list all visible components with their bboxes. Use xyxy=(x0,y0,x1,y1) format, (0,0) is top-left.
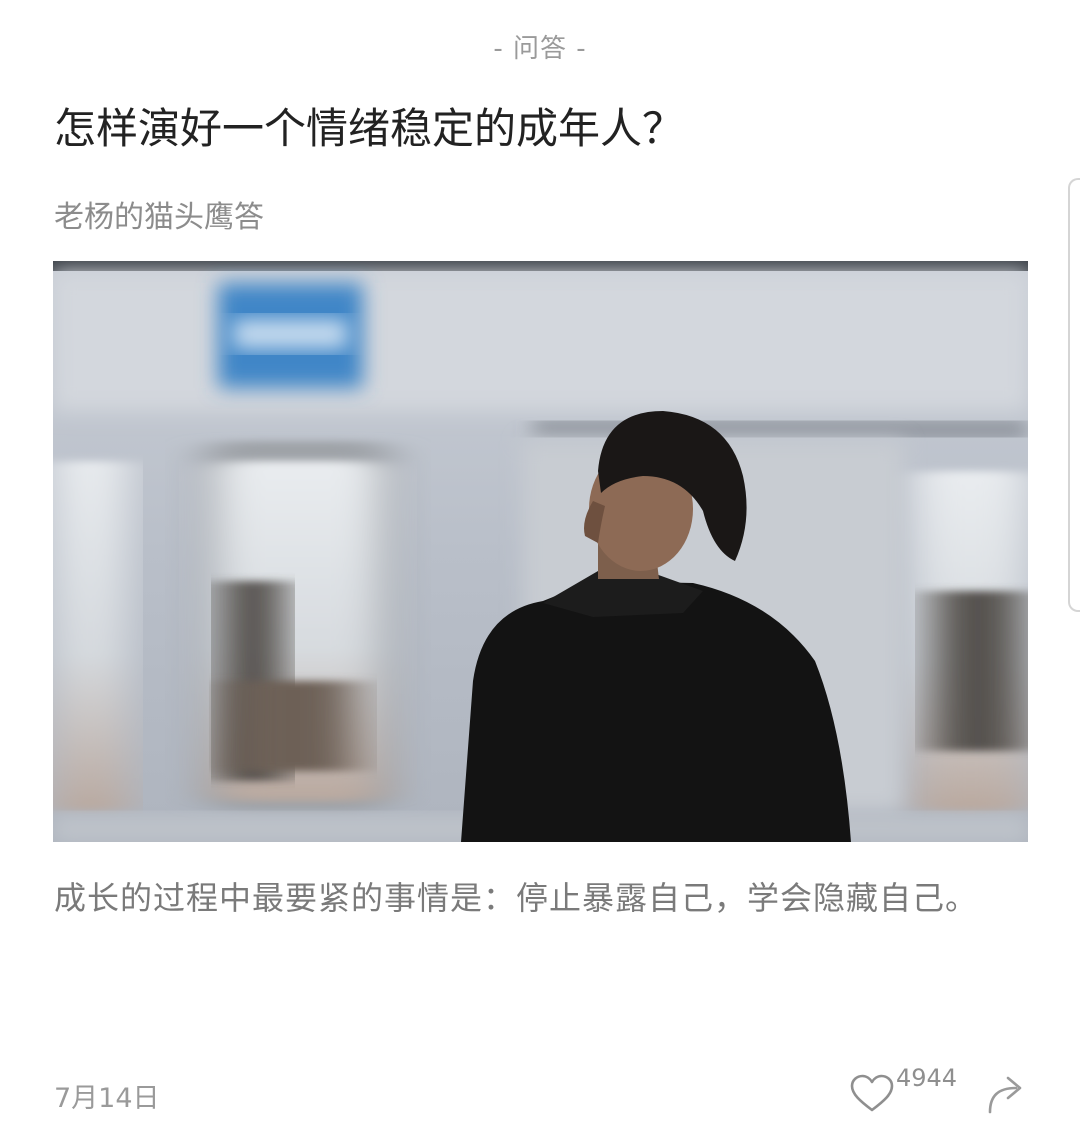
like-count: 4944 xyxy=(896,1064,958,1092)
scroll-handle[interactable] xyxy=(1068,178,1080,612)
article-title[interactable]: 怎样演好一个情绪稳定的成年人？ xyxy=(54,100,684,158)
cover-image[interactable] xyxy=(53,261,1028,842)
cover-photo xyxy=(53,261,1028,842)
like-button[interactable]: 4944 xyxy=(850,1060,960,1120)
article-excerpt: 成长的过程中最要紧的事情是：停止暴露自己，学会隐藏自己。 xyxy=(54,879,979,917)
heart-outline-icon xyxy=(850,1074,894,1112)
publish-date: 7月14日 xyxy=(54,1083,160,1114)
share-arrow-icon[interactable] xyxy=(984,1072,1028,1116)
article-author[interactable]: 老杨的猫头鹰答 xyxy=(54,192,264,236)
category-label: - 问答 - xyxy=(493,34,587,64)
